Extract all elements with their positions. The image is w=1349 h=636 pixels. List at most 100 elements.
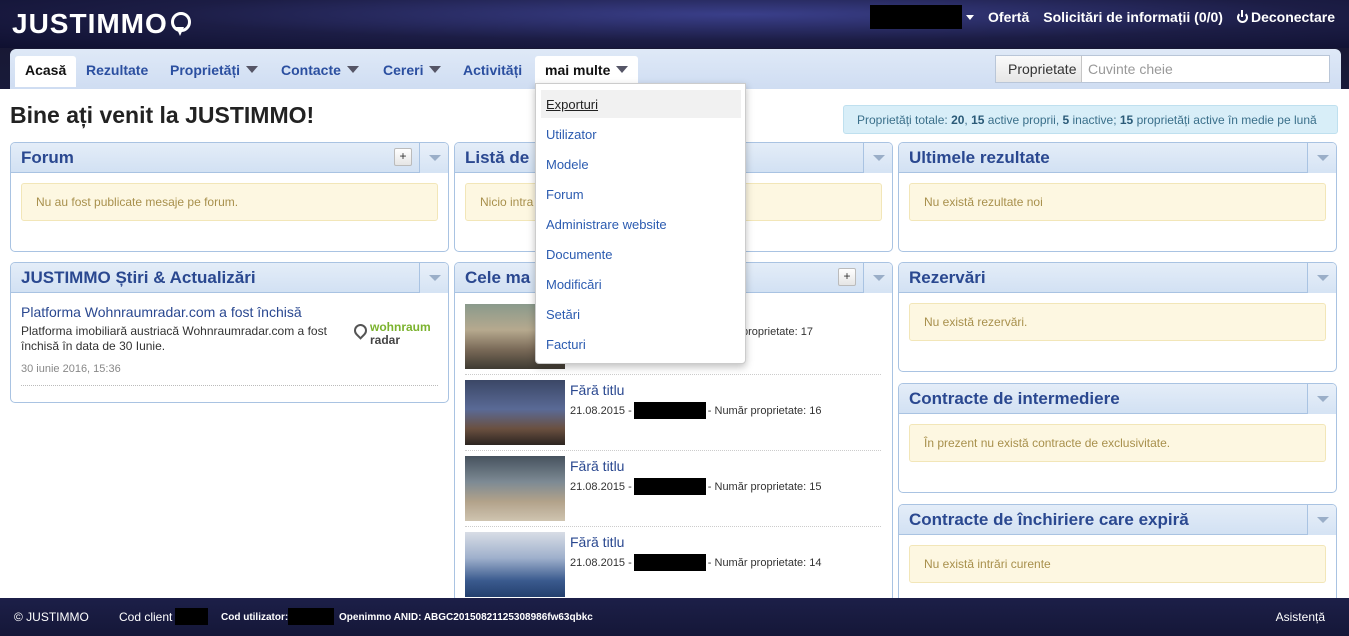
add-button[interactable]: + — [838, 268, 856, 286]
logout-label: Deconectare — [1250, 9, 1335, 25]
menu-item-settings[interactable]: Setări — [541, 300, 741, 328]
news-headline-link[interactable]: Platforma Wohnraumradar.com a fost închi… — [21, 304, 302, 320]
stats-suffix: proprietăți active în medie pe lună — [1133, 113, 1317, 127]
empty-notice: Nu există rezultate noi — [909, 183, 1326, 221]
collapse-toggle-icon[interactable] — [863, 263, 892, 293]
chevron-down-icon — [429, 66, 442, 73]
nav-requests-label: Cereri — [383, 62, 424, 78]
nav-properties[interactable]: Proprietăți — [160, 56, 268, 84]
property-title-link[interactable]: Fără titlu — [570, 534, 624, 550]
property-meta: proprietate: 17 — [742, 326, 813, 338]
nav-requests[interactable]: Cereri — [373, 56, 451, 84]
nav-results[interactable]: Rezultate — [76, 56, 158, 84]
empty-notice: În prezent nu există contracte de exclus… — [909, 424, 1326, 462]
news-panel: JUSTIMMO Știri & Actualizări Platforma W… — [10, 262, 449, 403]
property-meta: - Număr proprietate: 15 — [707, 480, 822, 493]
menu-item-user[interactable]: Utilizator — [541, 120, 741, 148]
menu-item-website-admin[interactable]: Administrare website — [541, 210, 741, 238]
menu-item-documents[interactable]: Documente — [541, 240, 741, 268]
nav-home[interactable]: Acasă — [15, 56, 77, 87]
property-thumbnail[interactable] — [465, 380, 565, 445]
collapse-toggle-icon[interactable] — [863, 143, 892, 173]
redacted-client-code — [175, 608, 208, 625]
menu-item-templates[interactable]: Modele — [541, 150, 741, 178]
offer-link[interactable]: Ofertă — [988, 9, 1029, 25]
collapse-toggle-icon[interactable] — [1307, 263, 1336, 293]
property-title-link[interactable]: Fără titlu — [570, 458, 624, 474]
logo-text-bottom: radar — [370, 333, 401, 347]
justimmo-logo[interactable]: JUSTIMMO — [12, 8, 191, 40]
footer-user-code-label: Cod utilizator: — [221, 612, 289, 623]
panel-title: Ultimele rezultate — [909, 148, 1050, 167]
collapse-toggle-icon[interactable] — [1307, 384, 1336, 414]
collapse-toggle-icon[interactable] — [419, 143, 448, 173]
stats-active-own: 15 — [971, 113, 985, 127]
news-text: Platforma imobiliară austriacă Wohnraumr… — [21, 324, 327, 353]
search-type-select[interactable]: Proprietate — [996, 56, 1082, 82]
nav-properties-label: Proprietăți — [170, 62, 241, 78]
chevron-down-icon — [246, 66, 259, 73]
chevron-down-icon — [616, 66, 629, 73]
property-date: 21.08.2015 - — [570, 480, 632, 493]
empty-notice: Nu au fost publicate mesaje pe forum. — [21, 183, 438, 221]
stats-monthly: 15 — [1119, 113, 1134, 127]
divider — [465, 450, 881, 451]
requests-link[interactable]: Solicitări de informații (0/0) — [1043, 9, 1223, 25]
menu-item-changes[interactable]: Modificări — [541, 270, 741, 298]
forum-panel: Forum + Nu au fost publicate mesaje pe f… — [10, 142, 449, 252]
panel-title: Contracte de intermediere — [909, 389, 1120, 408]
top-bar: JUSTIMMO Ofertă Solicitări de informații… — [0, 0, 1349, 48]
user-menu-caret-icon[interactable] — [966, 14, 975, 20]
map-pin-icon — [170, 12, 191, 36]
panel-title: Rezervări — [909, 268, 986, 287]
redacted-owner — [633, 478, 706, 495]
property-list-item[interactable]: Fără titlu 21.08.2015 - - Număr proprieta… — [465, 456, 881, 528]
nav-contacts[interactable]: Contacte — [271, 56, 369, 84]
panel-title: Contracte de închiriere care expiră — [909, 510, 1189, 529]
property-thumbnail[interactable] — [465, 532, 565, 597]
menu-item-forum[interactable]: Forum — [541, 180, 741, 208]
reservations-panel: Rezervări Nu există rezervări. — [898, 262, 1337, 372]
property-date: 21.08.2015 - — [570, 404, 632, 417]
logo-text-top: wohnraum — [370, 320, 431, 334]
nav-activities[interactable]: Activități — [453, 56, 532, 84]
property-list-item[interactable]: Fără titlu 21.08.2015 - - Număr proprieta… — [465, 380, 881, 452]
redacted-user-name[interactable] — [870, 5, 963, 29]
news-date: 30 iunie 2016, 15:36 — [21, 363, 121, 375]
nav-more-label: mai multe — [545, 62, 611, 78]
logout-link[interactable]: Deconectare — [1236, 9, 1335, 25]
property-title-link[interactable]: Fără titlu — [570, 382, 624, 398]
footer-anid: Openimmo ANID: ABGC20150821125308986fw63… — [339, 612, 593, 623]
property-date: 21.08.2015 - — [570, 556, 632, 569]
stats-text: inactive; — [1069, 113, 1120, 127]
divider — [465, 374, 881, 375]
collapse-toggle-icon[interactable] — [1307, 505, 1336, 535]
collapse-toggle-icon[interactable] — [1307, 143, 1336, 173]
footer-help-link[interactable]: Asistență — [1276, 610, 1325, 624]
footer-client-code-label: Cod client — [119, 610, 173, 624]
brokerage-contracts-panel: Contracte de intermediere În prezent nu … — [898, 383, 1337, 493]
nav-contacts-label: Contacte — [281, 62, 341, 78]
add-button[interactable]: + — [394, 148, 412, 166]
property-meta: - Număr proprietate: 16 — [707, 404, 822, 417]
more-dropdown-menu: Exporturi Utilizator Modele Forum Admini… — [535, 83, 746, 364]
wohnraumradar-logo: wohnraum radar — [351, 318, 434, 348]
redacted-user-code — [288, 608, 334, 625]
page-title: Bine ați venit la JUSTIMMO! — [10, 102, 315, 128]
property-stats-banner: Proprietăți totale: 20, 15 active propri… — [843, 105, 1338, 134]
stats-text: active proprii, — [984, 113, 1063, 127]
property-thumbnail[interactable] — [465, 456, 565, 521]
search-input[interactable] — [1082, 56, 1329, 82]
search-bar: Proprietate — [995, 55, 1330, 83]
panel-title: Listă de — [465, 148, 530, 167]
empty-notice: Nu există intrări curente — [909, 545, 1326, 583]
menu-item-exports[interactable]: Exporturi — [541, 90, 741, 118]
footer-copyright: © JUSTIMMO — [14, 610, 89, 624]
collapse-toggle-icon[interactable] — [419, 263, 448, 293]
panel-title: Forum — [21, 148, 74, 167]
panel-title: JUSTIMMO Știri & Actualizări — [21, 268, 256, 287]
power-icon — [1236, 9, 1248, 23]
menu-item-invoices[interactable]: Facturi — [541, 330, 741, 358]
redacted-owner — [633, 402, 706, 419]
property-list-item[interactable]: Fără titlu 21.08.2015 - - Număr proprieta… — [465, 532, 881, 601]
